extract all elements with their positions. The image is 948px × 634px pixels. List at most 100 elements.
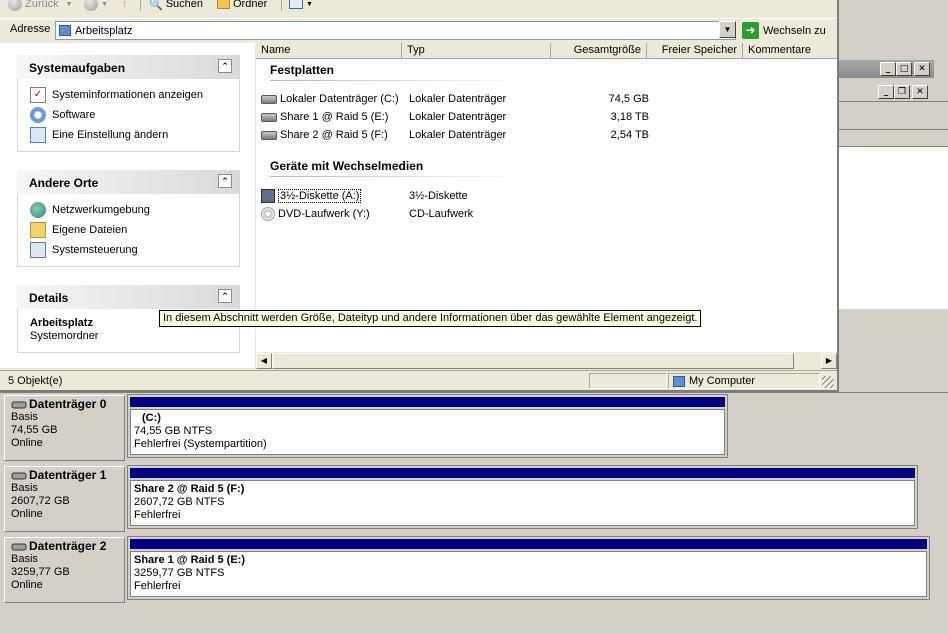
- software-icon: [30, 107, 46, 123]
- task-link-label: Software: [52, 109, 96, 121]
- item-name: Lokaler Datenträger (C:): [280, 93, 399, 105]
- details-tooltip: In diesem Abschnitt werden Größe, Dateit…: [159, 310, 702, 327]
- column-free-space[interactable]: Freier Speicher: [647, 43, 743, 59]
- maximize-icon[interactable]: □: [896, 62, 912, 76]
- partition-status: Fehlerfrei (Systempartition): [134, 438, 267, 450]
- list-item-drive-e[interactable]: Share 1 @ Raid 5 (E:) Lokaler Datenträge…: [261, 108, 661, 126]
- address-value: Arbeitsplatz: [75, 24, 133, 37]
- my-computer-icon: [673, 375, 685, 387]
- resize-grip-icon[interactable]: [822, 376, 834, 388]
- disk-1-label[interactable]: Datenträger 1 Basis 2607,72 GB Online: [4, 466, 125, 532]
- toolbar-separator: [281, 0, 282, 11]
- disk-2-label[interactable]: Datenträger 2 Basis 3259,77 GB Online: [4, 537, 125, 603]
- disk-icon: [11, 543, 27, 550]
- item-size: 74,5 GB: [608, 93, 649, 105]
- collapse-chevron-icon[interactable]: ⌃: [218, 59, 232, 73]
- place-link-control-panel[interactable]: Systemsteuerung: [30, 240, 239, 260]
- column-header: Name Typ Gesamtgröße Freier Speicher Kom…: [256, 43, 837, 59]
- partition-f[interactable]: Share 2 @ Raid 5 (F:) 2607,72 GB NTFS Fe…: [127, 465, 918, 529]
- search-button[interactable]: 🔍 Suchen: [149, 0, 203, 12]
- item-name: Share 1 @ Raid 5 (E:): [280, 111, 389, 123]
- column-comments[interactable]: Kommentare: [743, 43, 837, 59]
- item-size: 2,54 TB: [610, 129, 649, 141]
- collapse-chevron-icon[interactable]: ⌃: [218, 289, 232, 303]
- address-dropdown-icon[interactable]: ▼: [719, 21, 736, 38]
- disk-kind: Basis: [11, 411, 38, 423]
- my-computer-icon: [59, 25, 71, 36]
- task-link-system-info[interactable]: ✓ Systeminformationen anzeigen: [30, 85, 239, 105]
- disk-size: 2607,72 GB: [11, 495, 70, 507]
- inner-restore-icon[interactable]: ❐: [894, 85, 910, 99]
- item-type: 3½-Diskette: [409, 190, 468, 202]
- go-label: Wechseln zu: [763, 24, 826, 37]
- list-item-drive-c[interactable]: Lokaler Datenträger (C:) Lokaler Datentr…: [261, 90, 661, 108]
- status-empty-cell: [589, 373, 667, 389]
- volume-list[interactable]: [838, 147, 948, 309]
- item-type: CD-Laufwerk: [409, 208, 474, 220]
- inner-minimize-icon[interactable]: _: [878, 85, 894, 99]
- place-link-label: Netzwerkumgebung: [52, 204, 150, 216]
- horizontal-scrollbar[interactable]: ◀ ▶: [256, 352, 837, 369]
- task-link-change-setting[interactable]: Eine Einstellung ändern: [30, 125, 239, 145]
- back-dropdown-icon[interactable]: ▼: [66, 1, 73, 8]
- disk-kind: Basis: [11, 553, 38, 565]
- hard-drive-icon: [261, 130, 277, 140]
- disk-icon: [11, 472, 27, 479]
- place-link-label: Systemsteuerung: [52, 244, 138, 256]
- address-bar: Adresse Arbeitsplatz ▼ ➜ Wechseln zu: [0, 18, 837, 42]
- back-arrow-icon: [8, 0, 22, 11]
- hard-drive-icon: [261, 94, 277, 104]
- close-icon[interactable]: ✕: [914, 62, 930, 76]
- up-button[interactable]: ↑: [122, 0, 128, 12]
- folder-up-icon: ↑: [122, 0, 128, 10]
- other-places-header[interactable]: Andere Orte ⌃: [17, 170, 240, 194]
- forward-dropdown-icon[interactable]: ▼: [101, 1, 108, 8]
- address-input[interactable]: Arbeitsplatz: [55, 21, 736, 40]
- group-hard-disks: Festplatten: [270, 63, 530, 81]
- status-location: My Computer: [668, 373, 820, 389]
- disk-name: Datenträger 0: [29, 397, 107, 411]
- partition-bar: [130, 539, 927, 549]
- go-arrow-icon: ➜: [742, 22, 759, 39]
- disk-kind: Basis: [11, 482, 38, 494]
- address-label: Adresse: [10, 23, 51, 35]
- scroll-thumb[interactable]: [272, 353, 794, 369]
- status-location-text: My Computer: [689, 375, 756, 387]
- column-name[interactable]: Name: [256, 43, 402, 59]
- views-icon: [289, 0, 303, 9]
- scroll-left-icon[interactable]: ◀: [256, 353, 272, 369]
- control-panel-icon: [30, 242, 46, 258]
- task-link-label: Eine Einstellung ändern: [52, 129, 169, 141]
- group-title: Festplatten: [270, 63, 335, 77]
- views-button[interactable]: ▼: [289, 0, 313, 12]
- list-item-drive-f[interactable]: Share 2 @ Raid 5 (F:) Lokaler Datenträge…: [261, 126, 661, 144]
- partition-fs: 74,55 GB NTFS: [134, 425, 213, 437]
- minimize-icon[interactable]: _: [880, 62, 896, 76]
- group-divider: [270, 80, 530, 81]
- list-item-floppy-a[interactable]: 3½-Diskette (A:) 3½-Diskette: [261, 187, 661, 205]
- inner-close-icon[interactable]: ✕: [912, 85, 928, 99]
- item-type: Lokaler Datenträger: [409, 93, 507, 105]
- network-icon: [30, 202, 46, 218]
- task-link-label: Systeminformationen anzeigen: [52, 89, 204, 101]
- list-item-dvd-y[interactable]: DVD-Laufwerk (Y:) CD-Laufwerk: [261, 205, 661, 223]
- scroll-right-icon[interactable]: ▶: [821, 353, 837, 369]
- system-tasks-header[interactable]: Systemaufgaben ⌃: [17, 55, 240, 79]
- collapse-chevron-icon[interactable]: ⌃: [218, 174, 232, 188]
- task-link-software[interactable]: Software: [30, 105, 239, 125]
- back-button[interactable]: Zurück ▼: [8, 0, 73, 12]
- disk-0-label[interactable]: Datenträger 0 Basis 74,55 GB Online: [4, 395, 125, 461]
- place-link-my-documents[interactable]: Eigene Dateien: [30, 220, 239, 240]
- column-total-size[interactable]: Gesamtgröße: [551, 43, 647, 59]
- place-link-network[interactable]: Netzwerkumgebung: [30, 200, 239, 220]
- partition-c[interactable]: (C:) 74,55 GB NTFS Fehlerfrei (Systempar…: [127, 394, 728, 458]
- column-type[interactable]: Typ: [402, 43, 551, 59]
- volume-list-header: [838, 133, 948, 147]
- details-header[interactable]: Details ⌃: [17, 285, 240, 309]
- item-type: Lokaler Datenträger: [409, 129, 507, 141]
- partition-e[interactable]: Share 1 @ Raid 5 (E:) 3259,77 GB NTFS Fe…: [127, 536, 930, 600]
- folders-button[interactable]: Ordner: [217, 0, 267, 12]
- go-button[interactable]: ➜ Wechseln zu: [742, 21, 826, 40]
- status-bar: 5 Objekt(e) My Computer: [0, 370, 837, 390]
- forward-button[interactable]: ▼: [84, 0, 108, 12]
